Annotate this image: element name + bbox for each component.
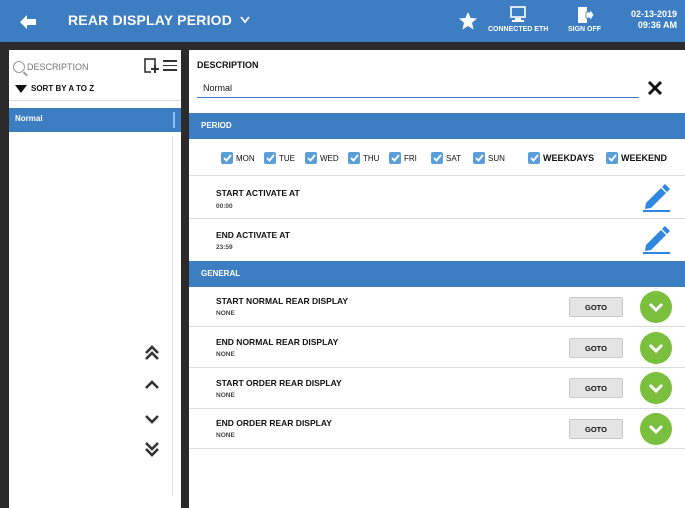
add-item-icon[interactable] bbox=[144, 58, 159, 74]
day-label: SUN bbox=[488, 153, 505, 163]
divider bbox=[189, 448, 685, 449]
sign-off-button[interactable]: SIGN OFF bbox=[568, 6, 601, 33]
checkbox-fri[interactable]: FRI bbox=[389, 152, 417, 164]
day-label: MON bbox=[236, 153, 255, 163]
list-item-label: Normal bbox=[15, 114, 43, 123]
divider bbox=[9, 100, 181, 101]
goto-button[interactable]: GOTO bbox=[569, 419, 623, 439]
scroll-to-bottom-icon[interactable] bbox=[143, 440, 161, 458]
checkmark-icon bbox=[431, 152, 443, 164]
confirm-check-icon[interactable] bbox=[640, 413, 672, 445]
general-header-label: GENERAL bbox=[201, 269, 241, 278]
divider bbox=[189, 175, 685, 176]
back-button[interactable] bbox=[8, 8, 48, 36]
sidebar: DESCRIPTION SORT BY A TO Z Normal bbox=[9, 50, 181, 508]
checkbox-tue[interactable]: TUE bbox=[264, 152, 295, 164]
general-row-value: NONE bbox=[216, 310, 235, 317]
search-icon bbox=[13, 61, 25, 73]
connected-eth-status[interactable]: CONNECTED ETH bbox=[488, 6, 548, 33]
scroll-down-icon[interactable] bbox=[143, 410, 161, 428]
checkbox-weekdays[interactable]: WEEKDAYS bbox=[528, 152, 594, 164]
checkbox-wed[interactable]: WED bbox=[305, 152, 339, 164]
period-section-header: PERIOD bbox=[189, 113, 685, 139]
period-header-label: PERIOD bbox=[201, 121, 232, 130]
general-section-header: GENERAL bbox=[189, 261, 685, 287]
checkbox-thu[interactable]: THU bbox=[348, 152, 379, 164]
top-bar: REAR DISPLAY PERIOD CONNECTED ETH SIGN O… bbox=[0, 0, 685, 42]
checkmark-icon bbox=[389, 152, 401, 164]
general-row-value: NONE bbox=[216, 392, 235, 399]
day-label: SAT bbox=[446, 153, 461, 163]
checkbox-mon[interactable]: MON bbox=[221, 152, 255, 164]
confirm-check-icon[interactable] bbox=[640, 291, 672, 323]
menu-icon[interactable] bbox=[163, 60, 177, 72]
edit-pencil-icon[interactable] bbox=[641, 182, 671, 212]
search-field[interactable]: DESCRIPTION bbox=[13, 58, 123, 76]
divider bbox=[189, 367, 685, 368]
divider bbox=[189, 408, 685, 409]
description-label: DESCRIPTION bbox=[197, 60, 259, 70]
checkmark-icon bbox=[606, 152, 618, 164]
end-activate-title: END ACTIVATE AT bbox=[216, 230, 290, 240]
sort-label: SORT BY A TO Z bbox=[31, 84, 95, 93]
goto-button[interactable]: GOTO bbox=[569, 378, 623, 398]
back-arrow-icon bbox=[20, 15, 36, 29]
clear-icon[interactable] bbox=[647, 80, 663, 96]
day-label: TUE bbox=[279, 153, 295, 163]
checkmark-icon bbox=[305, 152, 317, 164]
goto-button[interactable]: GOTO bbox=[569, 297, 623, 317]
day-label: THU bbox=[363, 153, 380, 163]
scroll-up-icon[interactable] bbox=[143, 376, 161, 394]
checkmark-icon bbox=[221, 152, 233, 164]
sort-button[interactable]: SORT BY A TO Z bbox=[15, 84, 94, 93]
general-row-value: NONE bbox=[216, 351, 235, 358]
time-text: 09:36 AM bbox=[637, 20, 677, 30]
goto-button[interactable]: GOTO bbox=[569, 338, 623, 358]
general-row-title: START ORDER REAR DISPLAY bbox=[216, 378, 342, 388]
general-row-title: END ORDER REAR DISPLAY bbox=[216, 418, 332, 428]
scrollbar-track[interactable] bbox=[172, 136, 173, 496]
checkmark-icon bbox=[473, 152, 485, 164]
date-time: 02-13-2019 09:36 AM bbox=[631, 9, 677, 31]
checkbox-sat[interactable]: SAT bbox=[431, 152, 461, 164]
page-title-dropdown[interactable]: REAR DISPLAY PERIOD bbox=[68, 12, 250, 28]
start-activate-title: START ACTIVATE AT bbox=[216, 188, 300, 198]
day-label: WEEKDAYS bbox=[543, 153, 595, 163]
monitor-icon bbox=[510, 6, 526, 22]
divider bbox=[189, 326, 685, 327]
start-activate-value: 00:00 bbox=[216, 203, 233, 210]
edit-pencil-icon[interactable] bbox=[641, 224, 671, 254]
general-row-value: NONE bbox=[216, 432, 235, 439]
sign-off-label: SIGN OFF bbox=[568, 26, 602, 33]
divider bbox=[189, 218, 685, 219]
filter-funnel-icon bbox=[15, 84, 27, 93]
list-item[interactable]: Normal bbox=[9, 108, 181, 132]
end-activate-value: 23:59 bbox=[216, 244, 233, 251]
day-label: FRI bbox=[404, 153, 417, 163]
scroll-to-top-icon[interactable] bbox=[143, 344, 161, 362]
day-checkboxes: MON TUE WED THU FRI SAT SUN WEEKDAYS WEE… bbox=[221, 152, 681, 168]
favorite-star-icon[interactable] bbox=[458, 11, 478, 31]
date-text: 02-13-2019 bbox=[630, 9, 677, 19]
checkmark-icon bbox=[348, 152, 360, 164]
day-label: WEEKEND bbox=[621, 153, 668, 163]
page-title: REAR DISPLAY PERIOD bbox=[68, 12, 233, 28]
checkmark-icon bbox=[264, 152, 276, 164]
day-label: WED bbox=[320, 153, 339, 163]
detail-panel: DESCRIPTION PERIOD MON TUE WED THU FRI bbox=[189, 50, 685, 508]
selection-indicator bbox=[173, 112, 175, 128]
confirm-check-icon[interactable] bbox=[640, 372, 672, 404]
general-row-title: END NORMAL REAR DISPLAY bbox=[216, 337, 339, 347]
checkbox-sun[interactable]: SUN bbox=[473, 152, 505, 164]
chevron-down-icon bbox=[240, 16, 250, 24]
search-placeholder: DESCRIPTION bbox=[27, 62, 89, 72]
checkbox-weekend[interactable]: WEEKEND bbox=[606, 152, 667, 164]
connected-eth-label: CONNECTED ETH bbox=[488, 26, 549, 33]
checkmark-icon bbox=[528, 152, 540, 164]
confirm-check-icon[interactable] bbox=[640, 332, 672, 364]
general-row-title: START NORMAL REAR DISPLAY bbox=[216, 296, 349, 306]
exit-door-icon bbox=[577, 7, 594, 23]
description-input[interactable] bbox=[197, 78, 639, 98]
